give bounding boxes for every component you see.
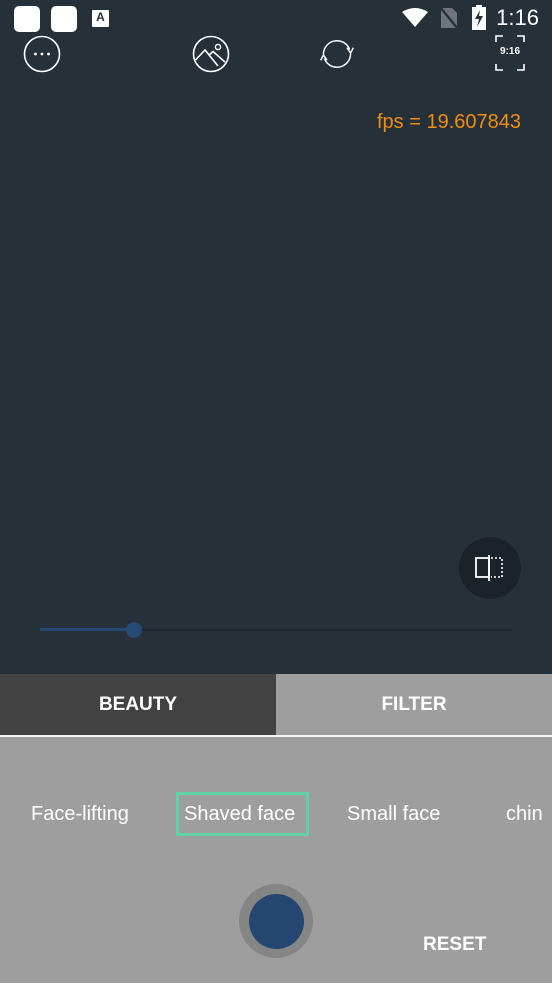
- option-shaved-face[interactable]: Shaved face: [176, 792, 309, 836]
- wifi-icon: [402, 8, 428, 27]
- fps-readout: fps = 19.607843: [376, 111, 521, 133]
- beauty-options-list[interactable]: Face-lifting Shaved face Small face chin: [0, 792, 552, 836]
- option-chin[interactable]: chin: [506, 792, 543, 836]
- more-options-button[interactable]: [23, 35, 61, 73]
- option-face-lifting[interactable]: Face-lifting: [31, 792, 129, 836]
- mode-tabs: BEAUTY FILTER: [0, 674, 552, 736]
- reset-button[interactable]: RESET: [423, 934, 486, 956]
- app-notification-icon: [51, 6, 77, 32]
- aspect-ratio-button[interactable]: 9:16: [492, 33, 528, 73]
- gallery-icon: [192, 35, 230, 73]
- compare-icon: [475, 555, 503, 581]
- compare-button[interactable]: [459, 537, 521, 599]
- battery-charging-icon: [472, 5, 486, 30]
- tab-filter[interactable]: FILTER: [276, 674, 552, 736]
- intensity-slider[interactable]: [40, 620, 512, 640]
- text-input-icon: A: [92, 10, 109, 27]
- switch-camera-button[interactable]: [318, 35, 356, 73]
- no-sim-icon: [439, 6, 459, 30]
- option-small-face[interactable]: Small face: [347, 792, 440, 836]
- tab-beauty[interactable]: BEAUTY: [0, 674, 276, 736]
- app-notification-icon: [14, 6, 40, 32]
- capture-button-inner: [248, 893, 304, 949]
- status-time: 1:16: [496, 5, 539, 30]
- slider-thumb[interactable]: [126, 622, 142, 638]
- capture-button[interactable]: [239, 884, 313, 958]
- more-options-icon: [23, 35, 61, 73]
- aspect-ratio-label: 9:16: [499, 46, 520, 57]
- slider-fill: [40, 628, 134, 631]
- status-bar: A 1:16: [0, 0, 552, 36]
- gallery-button[interactable]: [192, 35, 230, 73]
- switch-camera-icon: [320, 40, 354, 68]
- notification-letter: A: [96, 10, 105, 24]
